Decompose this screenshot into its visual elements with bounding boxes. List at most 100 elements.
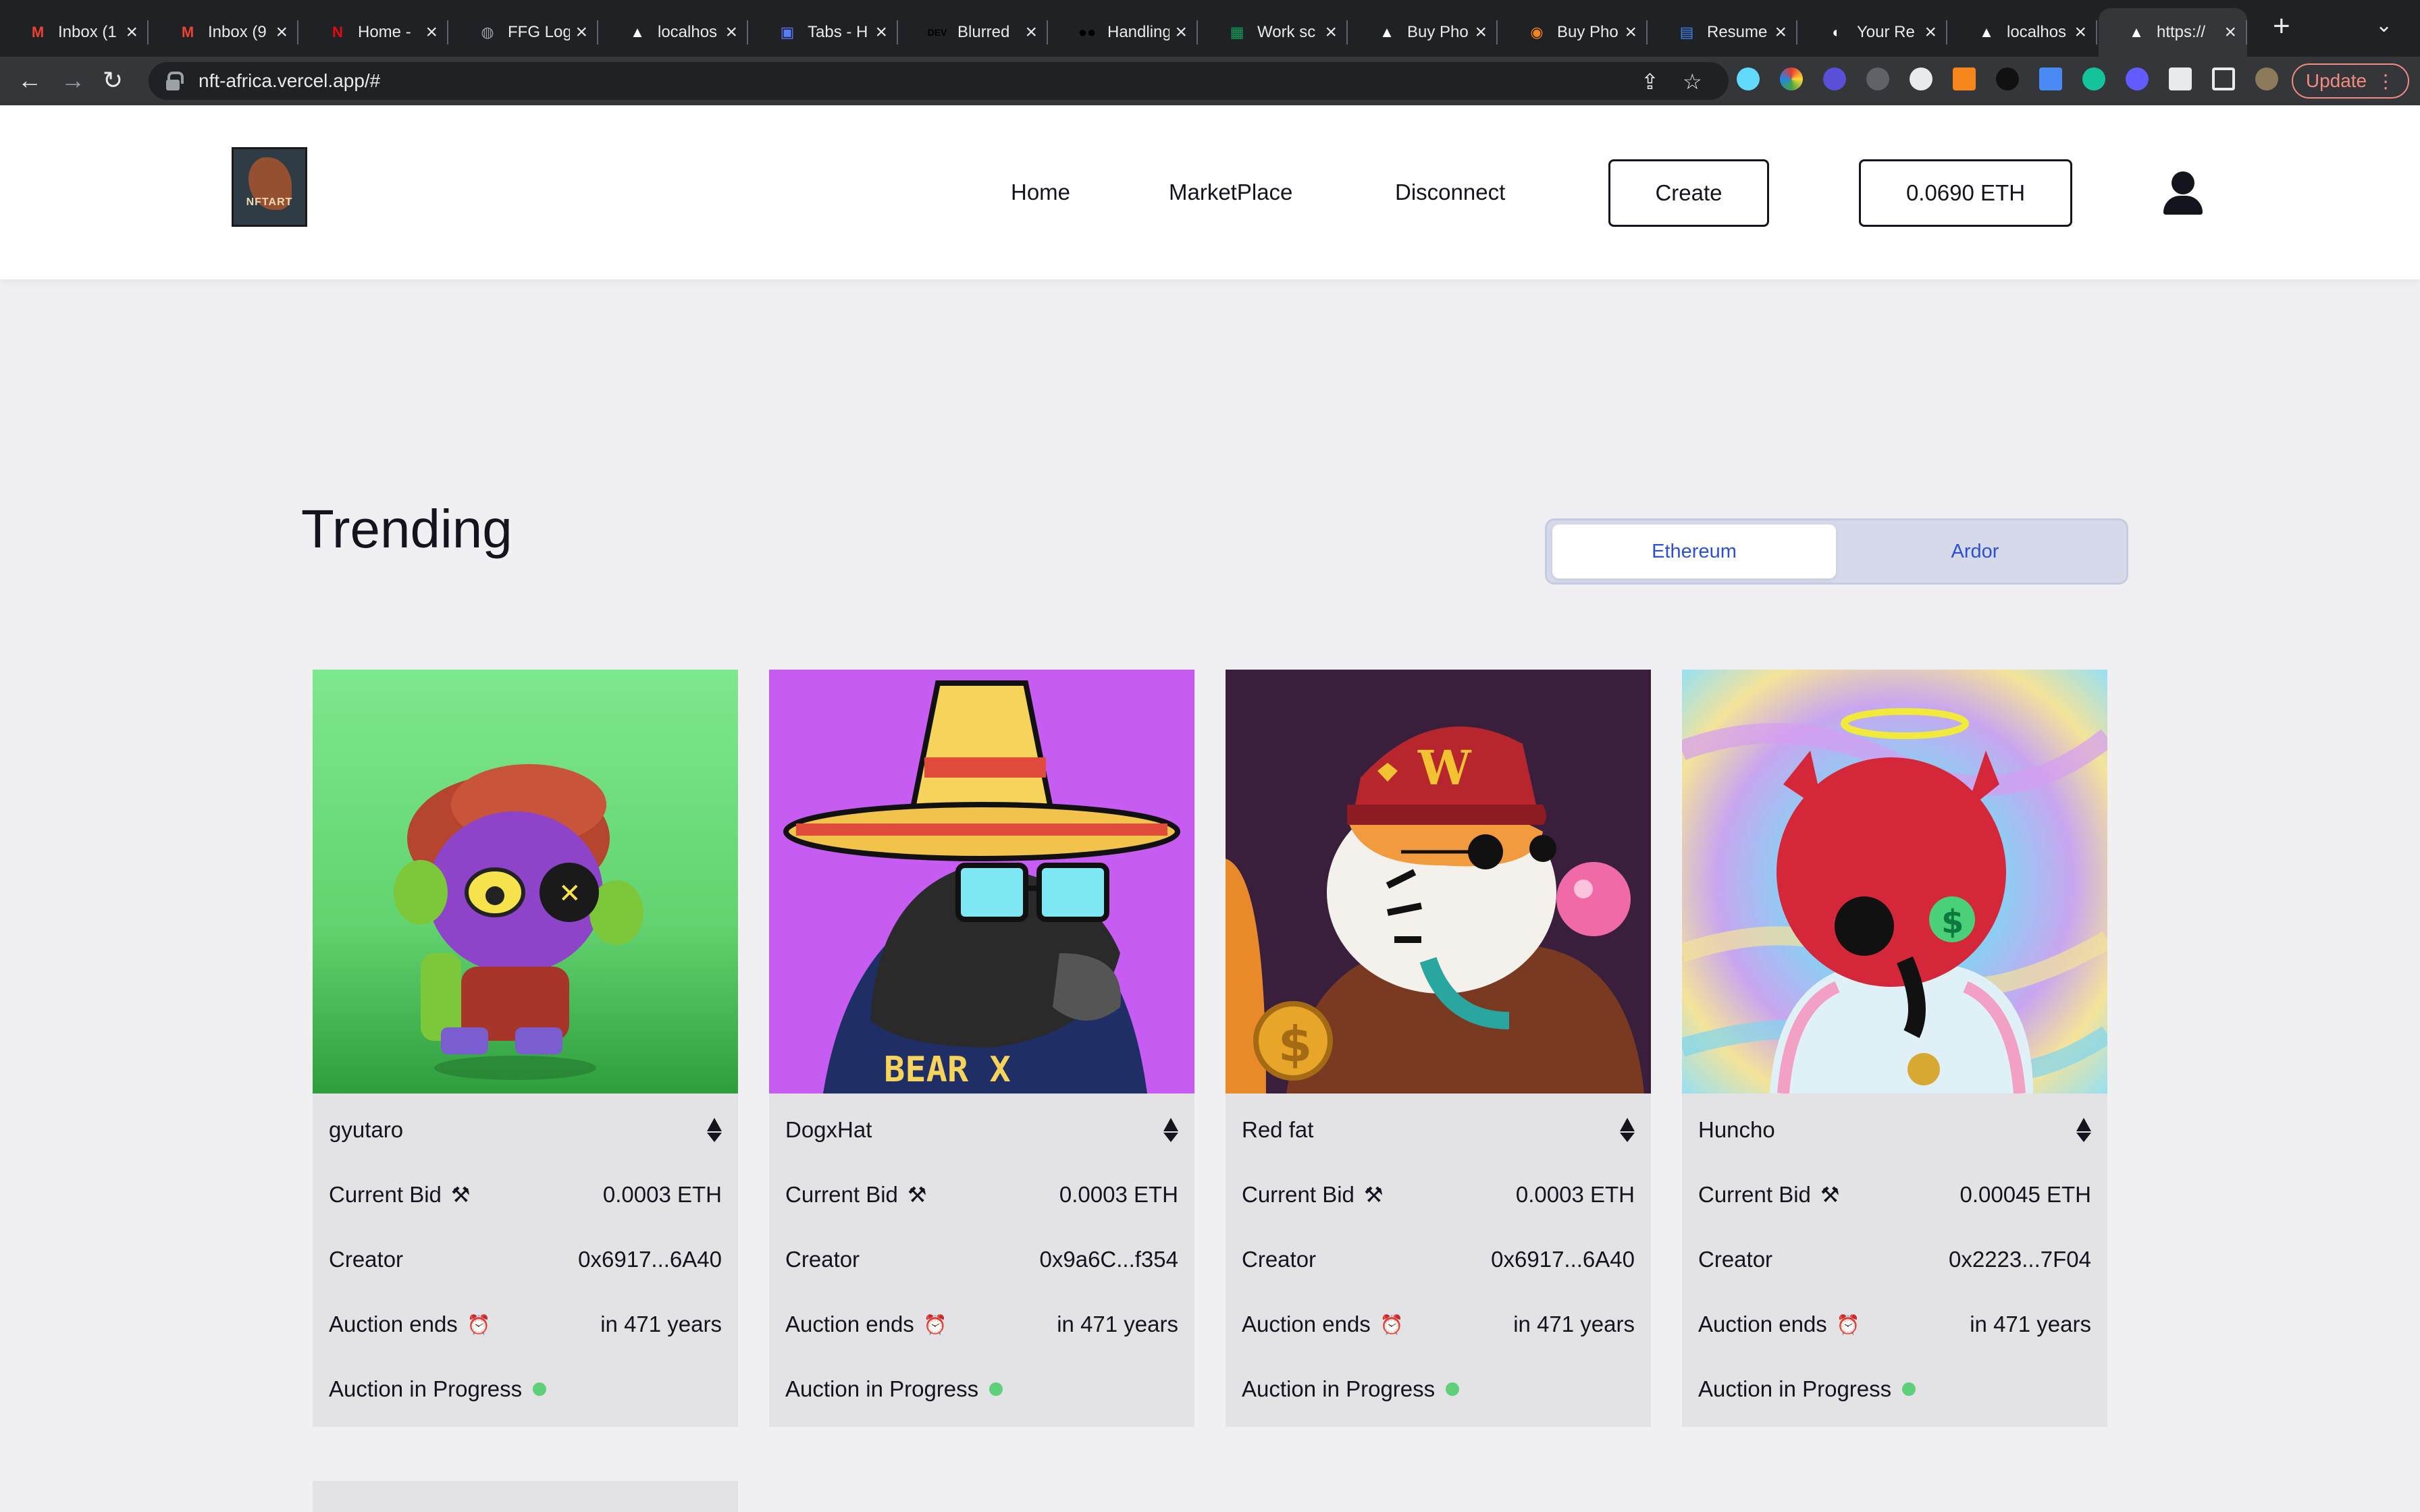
browser-tab[interactable]: ▲ localhos ×: [1949, 8, 2097, 57]
current-bid-row: Current Bid ⚒ 0.0003 ETH: [1242, 1174, 1635, 1215]
nft-image[interactable]: BEAR X: [769, 670, 1194, 1094]
browser-tab[interactable]: ◍ FFG Log ×: [450, 8, 598, 57]
auction-status-label: Auction in Progress: [1698, 1376, 1892, 1401]
nft-card[interactable]: $ Huncho Current Bid ⚒ 0.00045 ETH Creator 0x2…: [1682, 670, 2107, 1427]
profile-avatar[interactable]: [2255, 68, 2278, 90]
browser-tab[interactable]: ▲ localhos ×: [600, 8, 748, 57]
forward-arrow-icon[interactable]: →: [61, 66, 85, 94]
bookmark-star-icon[interactable]: ☆: [1683, 69, 1702, 94]
back-arrow-icon[interactable]: ←: [18, 66, 42, 94]
close-tab-icon[interactable]: ×: [575, 21, 587, 44]
nft-image[interactable]: W $: [1226, 670, 1651, 1094]
auction-hammer-icon: ⚒: [1363, 1183, 1384, 1207]
nft-card[interactable]: ✕ gyutaro Current Bid ⚒ 0.0003 ETH Creator 0x6…: [313, 670, 738, 1427]
creator-address[interactable]: 0x6917...6A40: [578, 1247, 722, 1272]
user-profile-icon[interactable]: [2161, 171, 2204, 215]
nft-title-row: Huncho: [1698, 1110, 2091, 1150]
h-extension-icon[interactable]: [1996, 68, 2019, 90]
creator-address[interactable]: 0x9a6C...f354: [1040, 1247, 1178, 1272]
extension-icon[interactable]: [1823, 68, 1846, 90]
nftart-logo[interactable]: NFTART: [232, 147, 307, 227]
browser-tab[interactable]: ◉ Buy Pho ×: [1499, 8, 1648, 57]
new-tab-button[interactable]: +: [2273, 9, 2290, 43]
vercel-icon: ▲: [1379, 24, 1394, 40]
svg-text:✕: ✕: [558, 878, 581, 909]
grammarly-extension-icon[interactable]: [2082, 68, 2105, 90]
close-tab-icon[interactable]: ×: [425, 21, 438, 44]
globe-icon: ◍: [481, 24, 494, 40]
reload-icon[interactable]: ↻: [103, 66, 123, 94]
nft-image[interactable]: $: [1682, 670, 2107, 1094]
tab-search-chevron-icon[interactable]: ⌄: [2375, 14, 2392, 37]
browser-tab[interactable]: DEV Blurred ×: [899, 8, 1048, 57]
tab-title: FFG Log: [508, 23, 571, 41]
auction-ends-value: in 471 years: [1970, 1312, 2091, 1336]
stripe-extension-icon[interactable]: [2126, 68, 2149, 90]
current-bid-value: 0.00045 ETH: [1959, 1182, 2091, 1207]
creator-row: Creator 0x6917...6A40: [1242, 1239, 1635, 1280]
auction-ends-value: in 471 years: [1057, 1312, 1178, 1336]
share-icon[interactable]: ⇪: [1641, 69, 1659, 94]
tab-title: Your Re: [1857, 23, 1915, 41]
browser-tab[interactable]: N Home - ×: [300, 8, 448, 57]
current-bid-label: Current Bid: [1242, 1182, 1354, 1207]
browser-tab[interactable]: ▤ Resume ×: [1649, 8, 1797, 57]
create-button[interactable]: Create: [1608, 159, 1769, 227]
close-tab-icon[interactable]: ×: [1325, 21, 1337, 44]
close-tab-icon[interactable]: ×: [1025, 21, 1037, 44]
auction-ends-row: Auction ends ⏰ in 471 years: [1698, 1304, 2091, 1345]
react-devtools-extension-icon[interactable]: [1737, 68, 1760, 90]
close-tab-icon[interactable]: ×: [1175, 21, 1187, 44]
target-extension-icon[interactable]: [1866, 68, 1889, 90]
browser-tab[interactable]: M Inbox (1 ×: [0, 8, 149, 57]
nav-marketplace-link[interactable]: MarketPlace: [1169, 180, 1292, 205]
close-tab-icon[interactable]: ×: [1475, 21, 1487, 44]
close-tab-icon[interactable]: ×: [875, 21, 887, 44]
nft-card[interactable]: BEAR X DogxHat Current Bid ⚒ 0.0003 ETH Creat…: [769, 670, 1194, 1427]
browser-tab[interactable]: ▦ Work sc ×: [1199, 8, 1348, 57]
nft-card[interactable]: W $ Red fat Current Bid ⚒ 0.0003 ETH Creator 0x…: [1226, 670, 1651, 1427]
close-tab-icon[interactable]: ×: [1924, 21, 1937, 44]
nav-disconnect-link[interactable]: Disconnect: [1395, 180, 1505, 205]
browser-tab[interactable]: ●● Handling ×: [1049, 8, 1198, 57]
color-picker-extension-icon[interactable]: [1780, 68, 1803, 90]
chain-tab-ethereum[interactable]: Ethereum: [1552, 524, 1836, 578]
wordpress-extension-icon[interactable]: [1910, 68, 1932, 90]
close-tab-icon[interactable]: ×: [126, 21, 138, 44]
close-tab-icon[interactable]: ×: [275, 21, 288, 44]
puzzle-extensions-icon[interactable]: [2169, 68, 2192, 90]
svg-text:BEAR X: BEAR X: [884, 1050, 1011, 1090]
alarm-clock-icon: ⏰: [923, 1314, 947, 1335]
browser-tab[interactable]: ◐ Your Re ×: [1799, 8, 1947, 57]
nft-name: Huncho: [1698, 1117, 1775, 1142]
close-tab-icon[interactable]: ×: [2224, 21, 2236, 44]
creator-address[interactable]: 0x6917...6A40: [1491, 1247, 1635, 1272]
update-label: Update: [2305, 70, 2367, 91]
creator-address[interactable]: 0x2223...7F04: [1949, 1247, 2091, 1272]
close-tab-icon[interactable]: ×: [1774, 21, 1787, 44]
browser-tab[interactable]: ▲ https:// ×: [2099, 8, 2247, 57]
update-chrome-button[interactable]: Update ⋮: [2292, 63, 2409, 99]
nft-name: Red fat: [1242, 1117, 1314, 1142]
browser-tab[interactable]: ▲ Buy Pho ×: [1349, 8, 1498, 57]
close-tab-icon[interactable]: ×: [725, 21, 737, 44]
chain-tab-ardor[interactable]: Ardor: [1833, 524, 2117, 578]
address-bar[interactable]: nft-africa.vercel.app/# ⇪ ☆: [149, 62, 1729, 100]
close-tab-icon[interactable]: ×: [1625, 21, 1637, 44]
chain-switch: Ethereum Ardor: [1545, 518, 2128, 585]
nft-image[interactable]: ✕: [313, 670, 738, 1094]
close-tab-icon[interactable]: ×: [2074, 21, 2086, 44]
auction-status-label: Auction in Progress: [1242, 1376, 1436, 1401]
metamask-extension-icon[interactable]: [1953, 68, 1976, 90]
nft-card-partial[interactable]: [313, 1481, 738, 1512]
logo-text: NFTART: [246, 196, 293, 208]
docs-extension-icon[interactable]: [2039, 68, 2062, 90]
browser-tab[interactable]: ▣ Tabs - H ×: [749, 8, 898, 57]
ethereum-icon: [707, 1118, 722, 1142]
wallet-balance-button[interactable]: 0.0690 ETH: [1859, 159, 2072, 227]
side-panel-icon[interactable]: [2212, 68, 2235, 90]
current-bid-value: 0.0003 ETH: [1059, 1182, 1178, 1207]
nav-home-link[interactable]: Home: [1011, 180, 1070, 205]
browser-tab[interactable]: M Inbox (9 ×: [150, 8, 298, 57]
auction-hammer-icon: ⚒: [907, 1183, 927, 1207]
